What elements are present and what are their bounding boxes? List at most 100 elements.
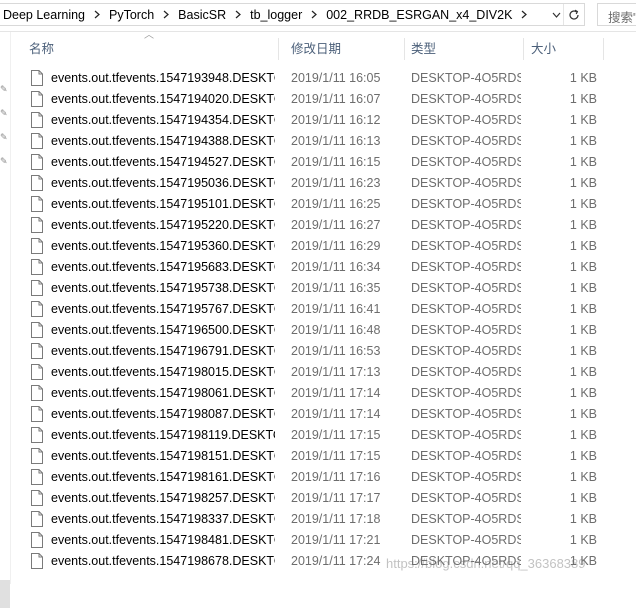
- file-name: events.out.tfevents.1547195767.DESKTOP-4…: [51, 302, 275, 316]
- file-date: 2019/1/11 16:34: [291, 260, 381, 274]
- file-row[interactable]: events.out.tfevents.1547198151.DESKTOP-4…: [10, 446, 636, 467]
- file-date: 2019/1/11 16:27: [291, 218, 381, 232]
- file-row[interactable]: events.out.tfevents.1547198119.DESKTOP-4…: [10, 425, 636, 446]
- file-date: 2019/1/11 16:13: [291, 134, 381, 148]
- pin-icon[interactable]: ✎: [0, 132, 8, 142]
- breadcrumb-deep-learning[interactable]: Deep Learning: [0, 8, 87, 22]
- search-input[interactable]: 搜索"0: [597, 3, 636, 26]
- file-row[interactable]: events.out.tfevents.1547195767.DESKTOP-4…: [10, 299, 636, 320]
- file-row[interactable]: events.out.tfevents.1547195220.DESKTOP-4…: [10, 215, 636, 236]
- file-row[interactable]: events.out.tfevents.1547195738.DESKTOP-4…: [10, 278, 636, 299]
- file-date: 2019/1/11 16:12: [291, 113, 381, 127]
- file-icon: [30, 511, 44, 527]
- file-name: events.out.tfevents.1547198678.DESKTOP-4…: [51, 554, 275, 568]
- file-type: DESKTOP-4O5RDSR: [411, 407, 521, 421]
- column-header-size[interactable]: 大小: [524, 36, 604, 63]
- file-type: DESKTOP-4O5RDSR: [411, 113, 521, 127]
- breadcrumb-pytorch[interactable]: PyTorch: [106, 8, 156, 22]
- file-icon: [30, 490, 44, 506]
- file-icon: [30, 217, 44, 233]
- file-date: 2019/1/11 16:29: [291, 239, 381, 253]
- file-icon: [30, 133, 44, 149]
- file-type: DESKTOP-4O5RDSR: [411, 92, 521, 106]
- breadcrumb-current-folder[interactable]: 002_RRDB_ESRGAN_x4_DIV2K: [323, 8, 514, 22]
- chevron-down-icon[interactable]: [548, 4, 564, 25]
- file-icon: [30, 469, 44, 485]
- file-row[interactable]: events.out.tfevents.1547198481.DESKTOP-4…: [10, 530, 636, 551]
- file-row[interactable]: events.out.tfevents.1547198161.DESKTOP-4…: [10, 467, 636, 488]
- file-date: 2019/1/11 17:24: [291, 554, 381, 568]
- file-row[interactable]: events.out.tfevents.1547195360.DESKTOP-4…: [10, 236, 636, 257]
- file-size: 1 KB: [569, 449, 597, 463]
- file-row[interactable]: events.out.tfevents.1547198015.DESKTOP-4…: [10, 362, 636, 383]
- file-size: 1 KB: [569, 323, 597, 337]
- file-type: DESKTOP-4O5RDSR: [411, 239, 521, 253]
- chevron-right-icon[interactable]: [228, 10, 247, 19]
- file-icon: [30, 112, 44, 128]
- file-size: 1 KB: [569, 218, 597, 232]
- file-icon: [30, 385, 44, 401]
- file-row[interactable]: events.out.tfevents.1547198337.DESKTOP-4…: [10, 509, 636, 530]
- file-row[interactable]: events.out.tfevents.1547194020.DESKTOP-4…: [10, 89, 636, 110]
- file-date: 2019/1/11 16:25: [291, 197, 381, 211]
- file-size: 1 KB: [569, 113, 597, 127]
- file-row[interactable]: events.out.tfevents.1547198087.DESKTOP-4…: [10, 404, 636, 425]
- file-name: events.out.tfevents.1547198119.DESKTOP-4…: [51, 428, 275, 442]
- file-icon: [30, 175, 44, 191]
- file-row[interactable]: events.out.tfevents.1547196500.DESKTOP-4…: [10, 320, 636, 341]
- column-header-name[interactable]: 名称: [22, 36, 279, 63]
- pin-icon[interactable]: ✎: [0, 156, 8, 166]
- file-size: 1 KB: [569, 386, 597, 400]
- file-name: events.out.tfevents.1547196791.DESKTOP-4…: [51, 344, 275, 358]
- pin-icon[interactable]: ✎: [0, 108, 8, 118]
- file-date: 2019/1/11 16:07: [291, 92, 381, 106]
- file-date: 2019/1/11 17:17: [291, 491, 381, 505]
- file-date: 2019/1/11 16:23: [291, 176, 381, 190]
- file-size: 1 KB: [569, 302, 597, 316]
- file-date: 2019/1/11 16:41: [291, 302, 381, 316]
- file-size: 1 KB: [569, 260, 597, 274]
- file-type: DESKTOP-4O5RDSR: [411, 134, 521, 148]
- chevron-right-icon[interactable]: [514, 10, 533, 19]
- file-size: 1 KB: [569, 344, 597, 358]
- chevron-right-icon[interactable]: [156, 10, 175, 19]
- nav-scrollbar[interactable]: [0, 580, 10, 608]
- file-row[interactable]: events.out.tfevents.1547195036.DESKTOP-4…: [10, 173, 636, 194]
- column-header-date[interactable]: 修改日期: [284, 36, 405, 63]
- file-type: DESKTOP-4O5RDSR: [411, 260, 521, 274]
- pin-icon[interactable]: ✎: [0, 84, 8, 94]
- file-row[interactable]: events.out.tfevents.1547194527.DESKTOP-4…: [10, 152, 636, 173]
- file-icon: [30, 322, 44, 338]
- file-size: 1 KB: [569, 197, 597, 211]
- file-size: 1 KB: [569, 134, 597, 148]
- file-name: events.out.tfevents.1547195360.DESKTOP-4…: [51, 239, 275, 253]
- address-bar[interactable]: Deep Learning PyTorch BasicSR tb_logger …: [0, 3, 585, 26]
- breadcrumb-tb-logger[interactable]: tb_logger: [247, 8, 304, 22]
- file-row[interactable]: events.out.tfevents.1547196791.DESKTOP-4…: [10, 341, 636, 362]
- file-date: 2019/1/11 17:13: [291, 365, 381, 379]
- file-type: DESKTOP-4O5RDSR: [411, 302, 521, 316]
- file-icon: [30, 343, 44, 359]
- file-type: DESKTOP-4O5RDSR: [411, 365, 521, 379]
- chevron-right-icon[interactable]: [87, 10, 106, 19]
- file-name: events.out.tfevents.1547195220.DESKTOP-4…: [51, 218, 275, 232]
- address-bar-area: Deep Learning PyTorch BasicSR tb_logger …: [0, 0, 636, 32]
- file-row[interactable]: events.out.tfevents.1547194388.DESKTOP-4…: [10, 131, 636, 152]
- file-row[interactable]: events.out.tfevents.1547194354.DESKTOP-4…: [10, 110, 636, 131]
- file-row[interactable]: events.out.tfevents.1547193948.DESKTOP-4…: [10, 68, 636, 89]
- chevron-right-icon[interactable]: [304, 10, 323, 19]
- column-header-type[interactable]: 类型: [404, 36, 524, 63]
- file-row[interactable]: events.out.tfevents.1547195683.DESKTOP-4…: [10, 257, 636, 278]
- breadcrumb-basicsr[interactable]: BasicSR: [175, 8, 228, 22]
- file-row[interactable]: events.out.tfevents.1547195101.DESKTOP-4…: [10, 194, 636, 215]
- file-name: events.out.tfevents.1547198337.DESKTOP-4…: [51, 512, 275, 526]
- file-row[interactable]: events.out.tfevents.1547198061.DESKTOP-4…: [10, 383, 636, 404]
- refresh-icon[interactable]: [563, 4, 584, 25]
- file-date: 2019/1/11 16:53: [291, 344, 381, 358]
- column-headers: 名称 修改日期 类型 大小: [10, 36, 636, 63]
- watermark: https://blog.csdn.net/qq_36368389: [386, 556, 586, 571]
- file-icon: [30, 70, 44, 86]
- file-row[interactable]: events.out.tfevents.1547198257.DESKTOP-4…: [10, 488, 636, 509]
- file-type: DESKTOP-4O5RDSR: [411, 197, 521, 211]
- file-size: 1 KB: [569, 533, 597, 547]
